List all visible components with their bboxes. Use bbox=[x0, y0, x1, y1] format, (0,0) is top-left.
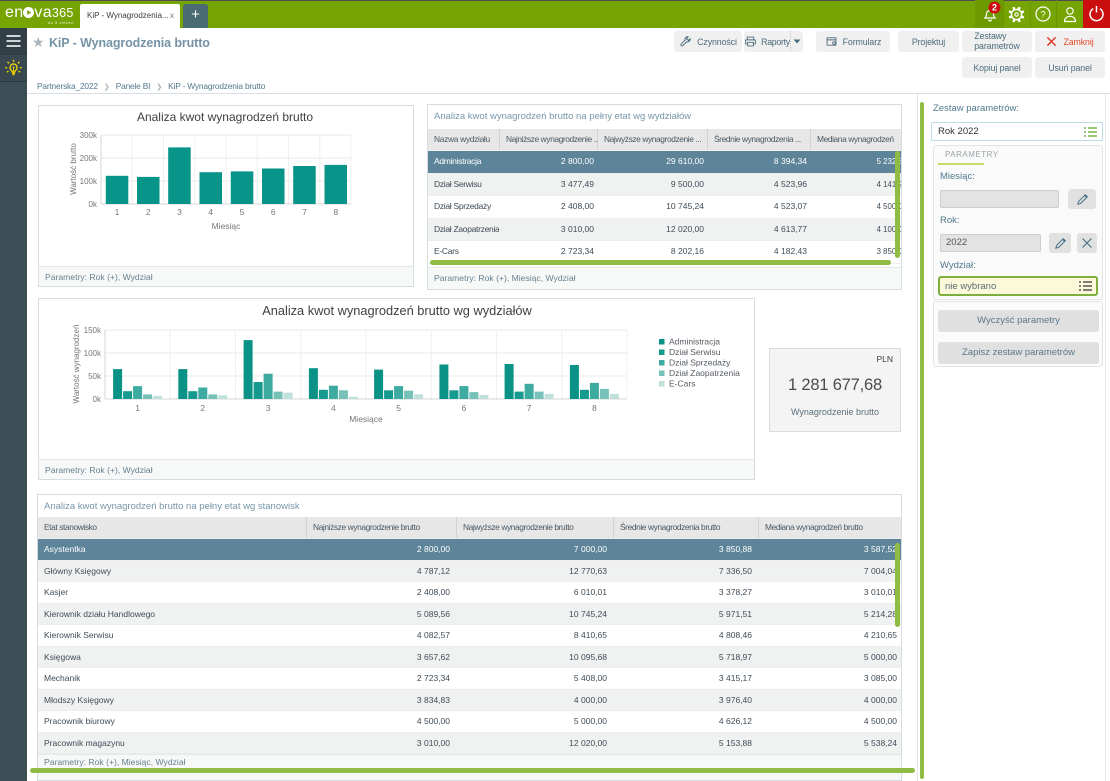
svg-text:3: 3 bbox=[266, 403, 271, 413]
svg-text:1: 1 bbox=[115, 207, 120, 217]
svg-text:Analiza kwot wynagrodzeń brutt: Analiza kwot wynagrodzeń brutto wg wydzi… bbox=[262, 303, 532, 318]
svg-text:7: 7 bbox=[302, 207, 307, 217]
svg-text:3: 3 bbox=[177, 207, 182, 217]
svg-text:300k: 300k bbox=[80, 131, 98, 140]
svg-text:2: 2 bbox=[992, 3, 997, 13]
svg-text:0k: 0k bbox=[89, 200, 98, 209]
svg-text:7: 7 bbox=[527, 403, 532, 413]
svg-text:50k: 50k bbox=[88, 372, 102, 381]
svg-text:150k: 150k bbox=[84, 326, 102, 335]
svg-text:0k: 0k bbox=[93, 395, 102, 404]
svg-text:2: 2 bbox=[146, 207, 151, 217]
svg-text:1: 1 bbox=[135, 403, 140, 413]
svg-text:Analiza kwot wynagrodzeń brutt: Analiza kwot wynagrodzeń brutto bbox=[137, 110, 313, 124]
svg-text:8: 8 bbox=[333, 207, 338, 217]
svg-text:6: 6 bbox=[271, 207, 276, 217]
svg-text:Wartość wynagrodzeń: Wartość wynagrodzeń bbox=[72, 325, 81, 404]
svg-text:E-Cars: E-Cars bbox=[669, 378, 695, 388]
svg-text:Miesiące: Miesiące bbox=[349, 414, 383, 424]
svg-text:?: ? bbox=[1040, 10, 1045, 21]
svg-text:Administracja: Administracja bbox=[669, 336, 720, 346]
svg-text:4: 4 bbox=[331, 403, 336, 413]
svg-text:6: 6 bbox=[462, 403, 467, 413]
svg-text:Dział Serwisu: Dział Serwisu bbox=[669, 347, 721, 357]
svg-text:200k: 200k bbox=[80, 154, 98, 163]
svg-text:Dział Sprzedaży: Dział Sprzedaży bbox=[669, 357, 731, 367]
svg-text:100k: 100k bbox=[84, 349, 102, 358]
svg-text:8: 8 bbox=[592, 403, 597, 413]
svg-text:2: 2 bbox=[200, 403, 205, 413]
svg-text:5: 5 bbox=[396, 403, 401, 413]
svg-text:4: 4 bbox=[208, 207, 213, 217]
svg-text:Wartość brutto: Wartość brutto bbox=[69, 143, 78, 195]
svg-text:100k: 100k bbox=[80, 177, 98, 186]
svg-text:5: 5 bbox=[240, 207, 245, 217]
svg-text:Dział Zaopatrzenia: Dział Zaopatrzenia bbox=[669, 368, 740, 378]
svg-text:Miesiąc: Miesiąc bbox=[212, 221, 242, 231]
